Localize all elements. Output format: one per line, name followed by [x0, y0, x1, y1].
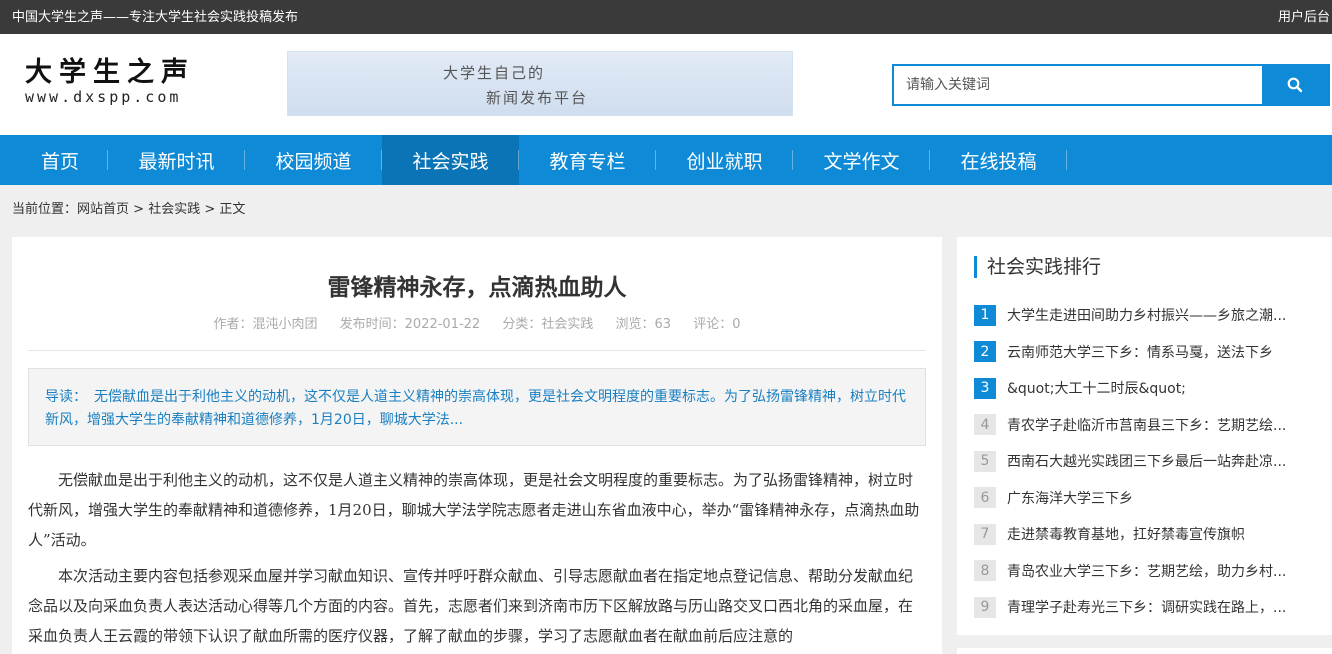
user-admin-link[interactable]: 用户后台 [1278, 9, 1330, 26]
rank-number: 4 [974, 414, 996, 436]
nav-item-social-practice[interactable]: 社会实践 [382, 135, 519, 185]
ranking-item[interactable]: 1 大学生走进田间助力乡村振兴——乡旅之潮... [974, 297, 1332, 334]
logo-title: 大学生之声 [25, 57, 195, 88]
nav-item-literature[interactable]: 文学作文 [793, 135, 930, 185]
article-views: 浏览：63 [615, 317, 672, 332]
breadcrumb-category[interactable]: 社会实践 [148, 202, 200, 217]
rank-number: 3 [974, 377, 996, 399]
search-box [892, 64, 1330, 106]
article-paragraph: 无偿献血是出于利他主义的动机，这不仅是人道主义精神的崇高体现，更是社会文明程度的… [28, 471, 920, 549]
ranking-item-title[interactable]: &quot;大工十二时辰&quot; [1007, 378, 1319, 398]
breadcrumb: 当前位置：网站首页 > 社会实践 > 正文 [12, 202, 245, 218]
site-header: 大学生之声 www.dxspp.com 大学生自己的 新闻发布平台 [0, 34, 1332, 135]
article-category: 分类：社会实践 [502, 317, 594, 332]
ranking-item-title[interactable]: 广东海洋大学三下乡 [1007, 488, 1319, 508]
nav-item-latest-news[interactable]: 最新时讯 [108, 135, 245, 185]
search-input[interactable] [894, 66, 1264, 104]
nav-item-home[interactable]: 首页 [12, 135, 108, 185]
breadcrumb-home[interactable]: 网站首页 [77, 202, 129, 217]
article-paragraph: 本次活动主要内容包括参观采血屋并学习献血知识、宣传并呼吁群众献血、引导志愿献血者… [28, 567, 914, 645]
breadcrumb-separator: > [129, 202, 149, 217]
ranking-item[interactable]: 6 广东海洋大学三下乡 [974, 480, 1332, 517]
article-lead: 导读： 无偿献血是出于利他主义的动机，这不仅是人道主义精神的崇高体现，更是社会文… [28, 368, 926, 446]
article-meta: 作者：混沌小肉团 发布时间：2022-01-22 分类：社会实践 浏览：63 评… [12, 317, 942, 333]
ranking-item[interactable]: 5 西南石大越光实践团三下乡最后一站奔赴凉... [974, 443, 1332, 480]
ranking-item-title[interactable]: 大学生走进田间助力乡村振兴——乡旅之潮... [1007, 305, 1319, 325]
article-author: 作者：混沌小肉团 [213, 317, 318, 332]
ranking-item[interactable]: 9 青理学子赴寿光三下乡：调研实践在路上，... [974, 589, 1332, 626]
ranking-sidebar: 社会实践排行 1 大学生走进田间助力乡村振兴——乡旅之潮... 2 云南师范大学三下… [957, 237, 1332, 635]
banner-line-1: 大学生自己的 [443, 64, 546, 82]
ranking-item[interactable]: 8 青岛农业大学三下乡：艺期艺绘，助力乡村... [974, 553, 1332, 590]
ranking-list: 1 大学生走进田间助力乡村振兴——乡旅之潮... 2 云南师范大学三下乡：情系马戛，… [974, 297, 1332, 626]
search-button[interactable] [1262, 66, 1328, 104]
site-slogan: 中国大学生之声——专注大学生社会实践投稿发布 [12, 10, 299, 25]
article-panel: 雷锋精神永存，点滴热血助人 作者：混沌小肉团 发布时间：2022-01-22 分… [12, 237, 942, 654]
rank-number: 2 [974, 341, 996, 363]
rank-number: 5 [974, 450, 996, 472]
header-banner: 大学生自己的 新闻发布平台 [287, 51, 793, 116]
ranking-item[interactable]: 3 &quot;大工十二时辰&quot; [974, 370, 1332, 407]
logo-url: www.dxspp.com [25, 88, 182, 106]
rank-number: 6 [974, 487, 996, 509]
ranking-item-title[interactable]: 青理学子赴寿光三下乡：调研实践在路上，... [1007, 597, 1319, 617]
breadcrumb-separator: > [200, 202, 220, 217]
nav-item-submit[interactable]: 在线投稿 [930, 135, 1067, 185]
divider [28, 350, 926, 351]
article-date: 发布时间：2022-01-22 [339, 317, 481, 332]
top-bar: 中国大学生之声——专注大学生社会实践投稿发布 用户后台 [0, 0, 1332, 34]
article-comments: 评论：0 [693, 317, 741, 332]
sidebar-heading: 社会实践排行 [974, 256, 1101, 278]
site-logo[interactable]: 大学生之声 www.dxspp.com [25, 58, 225, 108]
rank-number: 9 [974, 596, 996, 618]
ranking-item-title[interactable]: 青农学子赴临沂市莒南县三下乡：艺期艺绘... [1007, 415, 1319, 435]
rank-number: 7 [974, 523, 996, 545]
ranking-item-title[interactable]: 西南石大越光实践团三下乡最后一站奔赴凉... [1007, 451, 1319, 471]
ranking-item-title[interactable]: 走进禁毒教育基地，扛好禁毒宣传旗帜 [1007, 524, 1319, 544]
banner-line-2: 新闻发布平台 [486, 89, 589, 107]
nav-item-campus[interactable]: 校园频道 [245, 135, 382, 185]
nav-item-career[interactable]: 创业就职 [656, 135, 793, 185]
breadcrumb-current: 正文 [219, 202, 246, 217]
article-body: 无偿献血是出于利他主义的动机，这不仅是人道主义精神的崇高体现，更是社会文明程度的… [28, 465, 926, 654]
ranking-item-title[interactable]: 云南师范大学三下乡：情系马戛，送法下乡 [1007, 342, 1319, 362]
rank-number: 1 [974, 304, 996, 326]
ranking-item[interactable]: 4 青农学子赴临沂市莒南县三下乡：艺期艺绘... [974, 407, 1332, 444]
main-nav: 首页 最新时讯 校园频道 社会实践 教育专栏 创业就职 文学作文 在线投稿 [0, 135, 1332, 185]
ranking-item[interactable]: 7 走进禁毒教育基地，扛好禁毒宣传旗帜 [974, 516, 1332, 553]
article-title: 雷锋精神永存，点滴热血助人 [327, 275, 627, 301]
nav-item-education[interactable]: 教育专栏 [519, 135, 656, 185]
breadcrumb-prefix: 当前位置： [12, 202, 78, 217]
ranking-item[interactable]: 2 云南师范大学三下乡：情系马戛，送法下乡 [974, 334, 1332, 371]
rank-number: 8 [974, 560, 996, 582]
ranking-item-title[interactable]: 青岛农业大学三下乡：艺期艺绘，助力乡村... [1007, 561, 1319, 581]
sidebar-next-panel [957, 648, 1332, 654]
search-icon [1287, 77, 1303, 93]
